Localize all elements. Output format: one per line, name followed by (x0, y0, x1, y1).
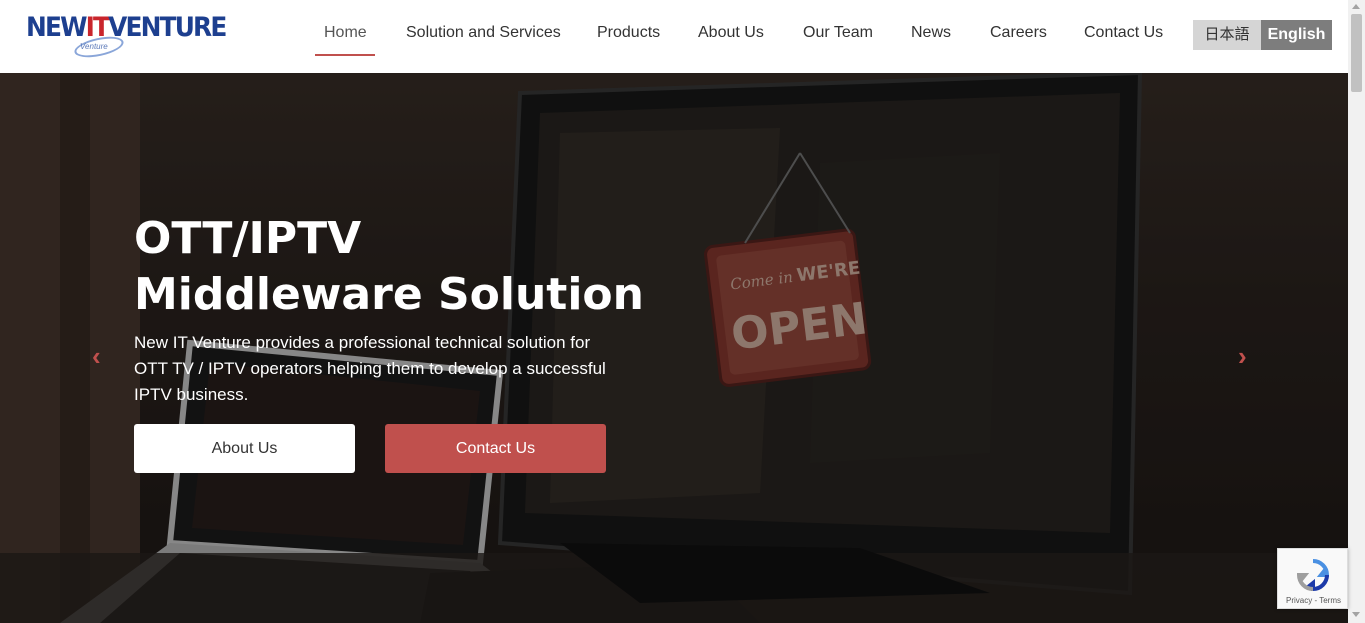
scrollbar-thumb[interactable] (1351, 14, 1362, 92)
carousel-next-icon[interactable]: › (1238, 341, 1258, 371)
hero-title: OTT/IPTV Middleware Solution (134, 213, 644, 320)
recaptcha-icon (1296, 559, 1330, 592)
carousel-prev-icon[interactable]: ‹ (92, 341, 112, 371)
contact-us-button[interactable]: Contact Us (385, 424, 606, 473)
nav-careers[interactable]: Careers (990, 24, 1047, 42)
scroll-up-icon[interactable] (1352, 4, 1360, 9)
nav-solution-services[interactable]: Solution and Services (406, 24, 561, 42)
nav-products[interactable]: Products (597, 24, 660, 42)
nav-home[interactable]: Home (324, 24, 367, 42)
language-japanese-button[interactable]: 日本語 (1193, 20, 1261, 50)
active-nav-indicator (315, 54, 375, 56)
about-us-button[interactable]: About Us (134, 424, 355, 473)
logo-tagline: Venture (80, 42, 108, 51)
logo-wordmark: NEWITVENTURE (26, 12, 227, 43)
site-header: NEWITVENTURE Venture Home Solution and S… (0, 0, 1348, 73)
nav-our-team[interactable]: Our Team (803, 24, 873, 42)
nav-news[interactable]: News (911, 24, 951, 42)
recaptcha-privacy-terms[interactable]: Privacy - Terms (1278, 596, 1349, 605)
language-english-button[interactable]: English (1261, 20, 1332, 50)
hero-carousel: Come in WE'RE OPEN OTT/IPTV Middleware S… (0, 73, 1348, 623)
nav-contact-us[interactable]: Contact Us (1084, 24, 1163, 42)
scroll-down-icon[interactable] (1352, 612, 1360, 617)
recaptcha-badge[interactable]: Privacy - Terms (1277, 548, 1348, 609)
brand-logo[interactable]: NEWITVENTURE Venture (26, 12, 227, 62)
nav-about-us[interactable]: About Us (698, 24, 764, 42)
vertical-scrollbar[interactable] (1348, 0, 1365, 623)
hero-description: New IT Venture provides a professional t… (134, 333, 606, 404)
